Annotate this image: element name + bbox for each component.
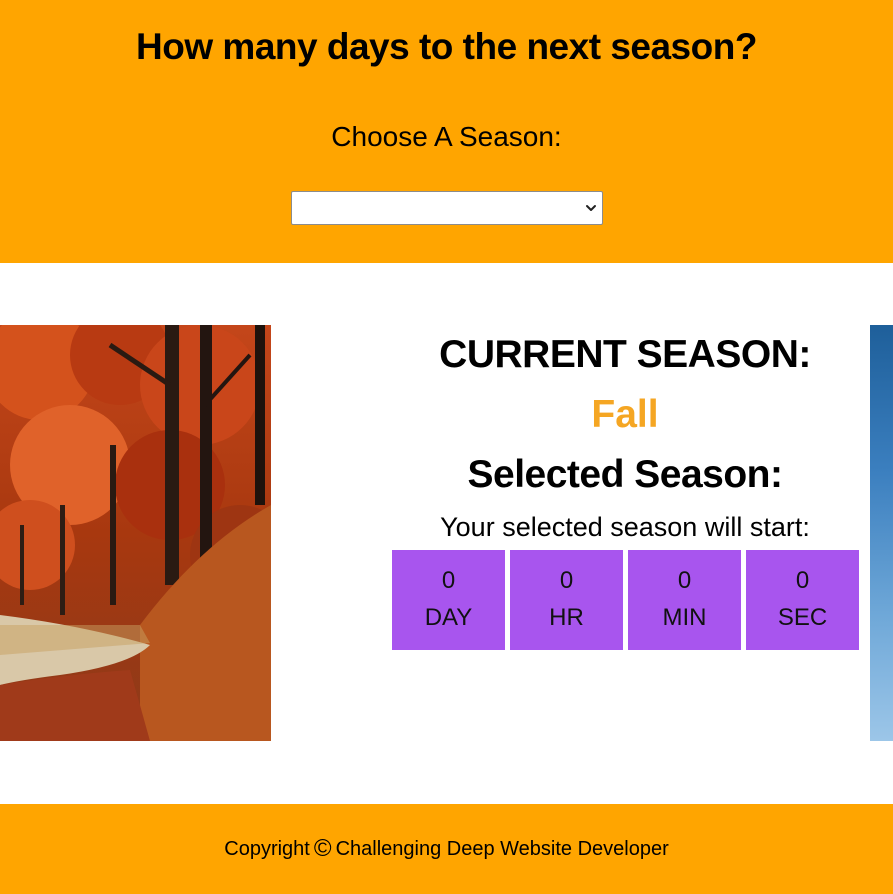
countdown-unit: SEC (777, 603, 828, 631)
countdown-unit: HR (549, 603, 584, 631)
current-season-heading: CURRENT SEASON: (439, 333, 811, 376)
selected-season-heading: Selected Season: (467, 453, 783, 496)
countdown-value: 0 (677, 566, 692, 594)
choose-season-label: Choose A Season: (331, 121, 562, 152)
page-title: How many days to the next season? (136, 26, 757, 67)
countdown-days: 0 DAY (392, 550, 505, 650)
countdown-unit: MIN (662, 603, 707, 631)
chevron-down-icon (586, 205, 596, 211)
current-season-value: Fall (591, 393, 659, 436)
season-select[interactable] (291, 191, 603, 225)
site-footer: Copyright © Challenging Deep Website Dev… (0, 804, 893, 894)
countdown-value: 0 (441, 566, 456, 594)
main-content: CURRENT SEASON: Fall Selected Season: Yo… (0, 263, 893, 804)
season-image (0, 325, 271, 741)
countdown-value: 0 (559, 566, 574, 594)
countdown-timer: 0 DAY 0 HR 0 MIN 0 SEC (392, 550, 859, 650)
countdown-minutes: 0 MIN (628, 550, 741, 650)
copyright-prefix: Copyright (224, 837, 310, 860)
countdown-value: 0 (795, 566, 810, 594)
copyright-icon: © (313, 835, 332, 862)
countdown-unit: DAY (424, 603, 473, 631)
countdown-hours: 0 HR (510, 550, 623, 650)
sky-image-edge (870, 325, 893, 741)
copyright-text: Challenging Deep Website Developer (335, 837, 669, 860)
site-header: How many days to the next season? Choose… (0, 0, 893, 263)
season-start-text: Your selected season will start: (440, 512, 810, 542)
countdown-seconds: 0 SEC (746, 550, 859, 650)
